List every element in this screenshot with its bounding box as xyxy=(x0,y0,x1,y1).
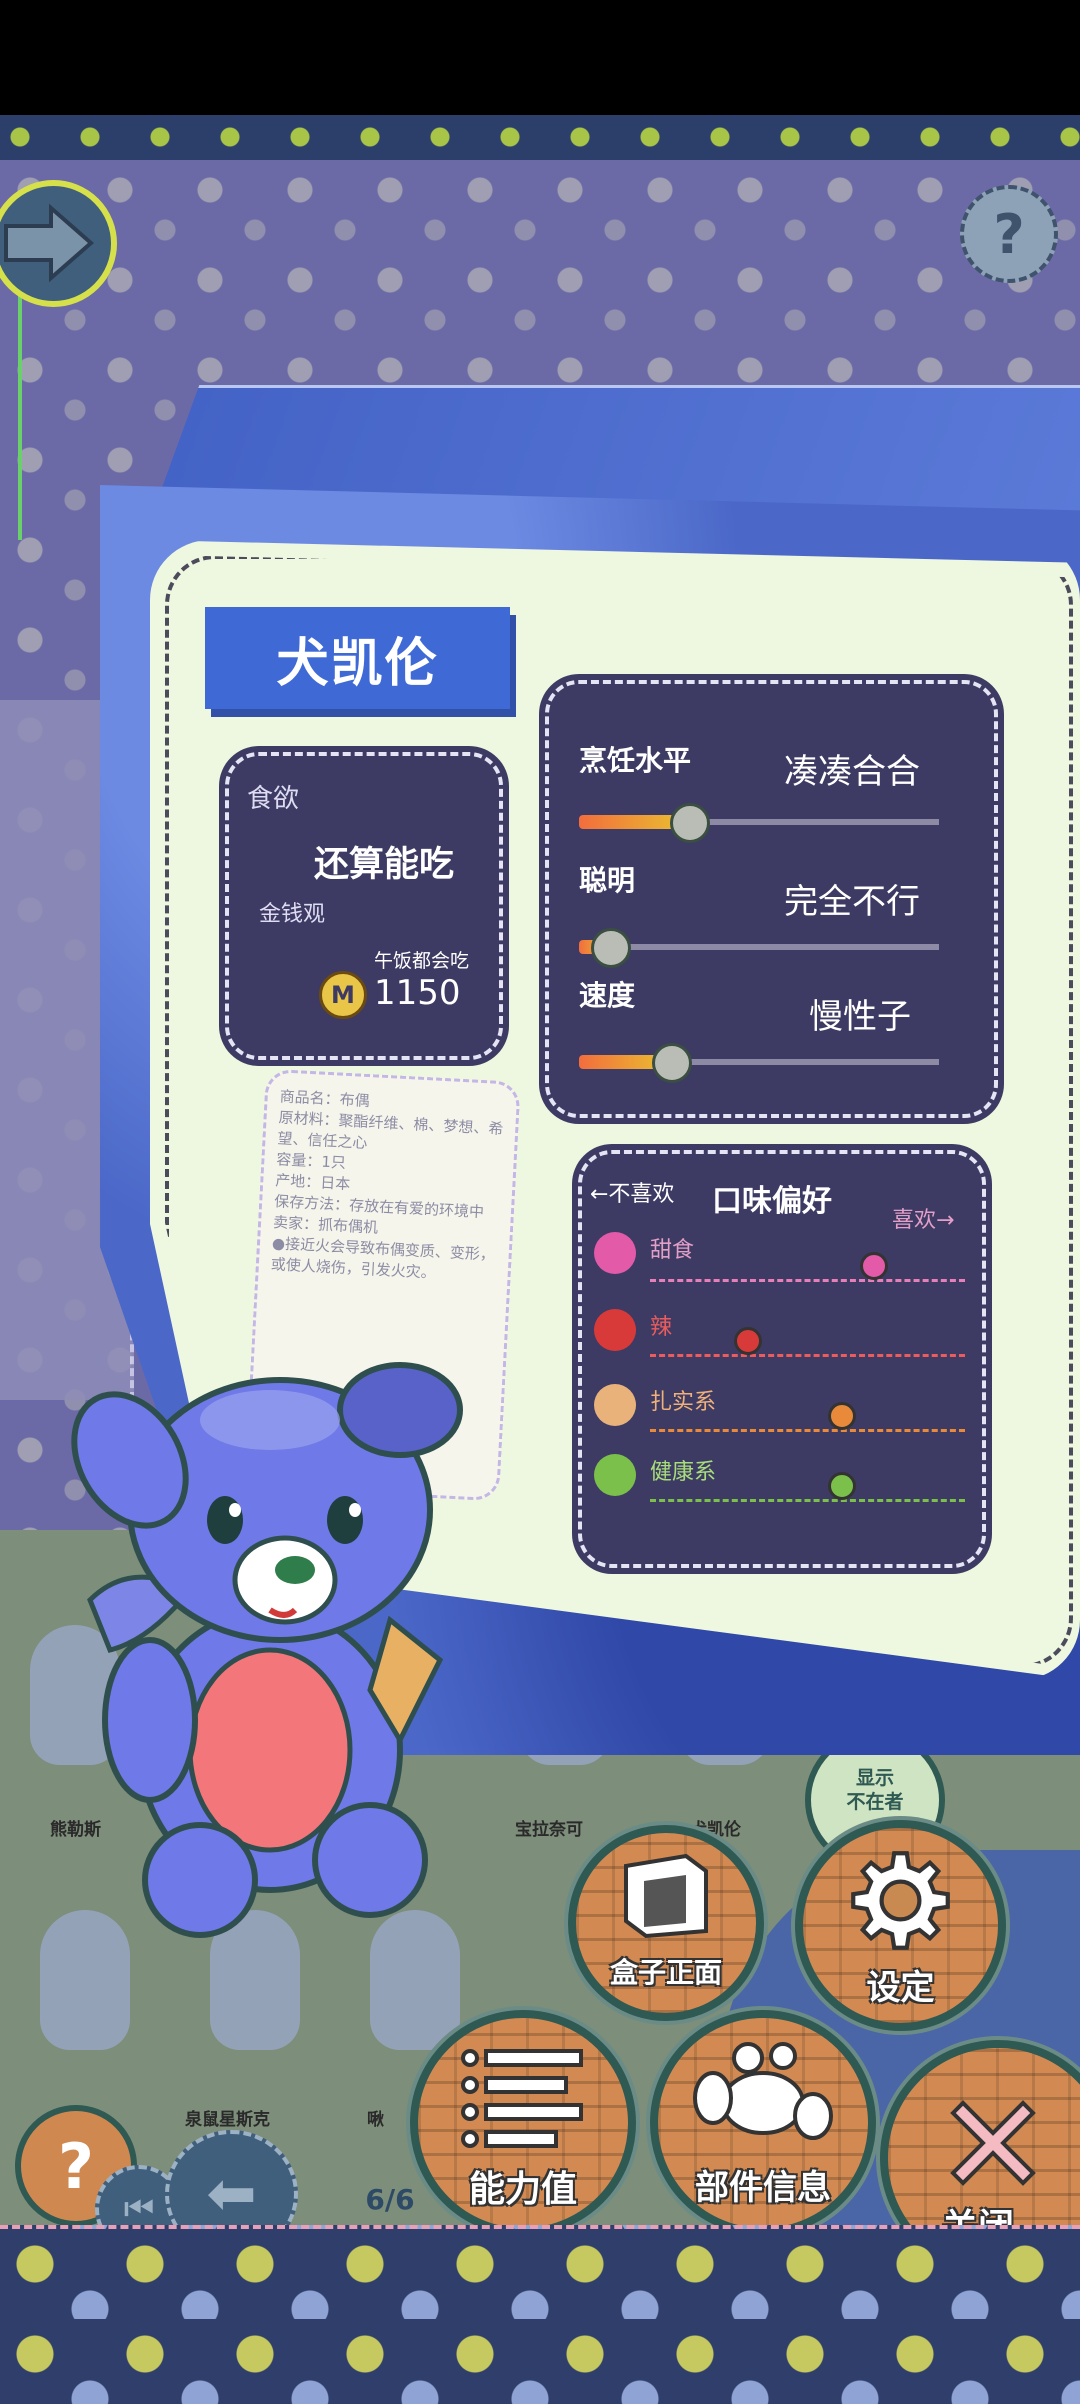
bottom-star-border xyxy=(0,2225,1080,2404)
name-banner: 犬凯伦 xyxy=(205,607,510,709)
taste-track xyxy=(650,1327,965,1357)
money-value: 午饭都会吃 xyxy=(374,950,470,972)
skill-name: 速度 xyxy=(579,979,636,1012)
close-icon xyxy=(950,2100,1036,2186)
taste-name: 辣 xyxy=(650,1315,673,1340)
taste-name: 甜食 xyxy=(650,1238,695,1263)
help-button-top[interactable]: ? xyxy=(960,185,1058,283)
leaf-icon xyxy=(594,1454,636,1496)
question-icon: ? xyxy=(993,202,1025,266)
settings-label: 设定 xyxy=(866,1968,935,2008)
skill-value: 慢性子 xyxy=(809,997,911,1037)
taste-pin xyxy=(828,1402,856,1430)
skill-knob xyxy=(670,803,710,843)
coin-icon: M xyxy=(319,971,367,1019)
right-arrow-icon xyxy=(4,203,95,283)
skill-bar xyxy=(579,1043,939,1083)
character-name: 犬凯伦 xyxy=(276,633,439,694)
skill-knob xyxy=(590,928,631,968)
taste-dislike: ←不喜欢 xyxy=(590,1182,675,1207)
skill-bar xyxy=(579,928,939,968)
taste-pin xyxy=(733,1327,762,1355)
parts-info-label: 部件信息 xyxy=(695,2168,831,2208)
taste-track xyxy=(650,1472,965,1502)
taste-track xyxy=(650,1252,965,1282)
money-label: 金钱观 xyxy=(259,902,326,927)
page-indicator: 6/6 xyxy=(365,2183,415,2216)
show-absent-label: 显示 不在者 xyxy=(846,1767,904,1813)
taste-name: 扎实系 xyxy=(650,1390,717,1415)
shelf-label: 啾 xyxy=(367,2110,384,2130)
shelf-label: 泉鼠星斯克 xyxy=(185,2110,270,2130)
skill-value: 凑凑合合 xyxy=(784,752,920,792)
stats-button[interactable]: 能力值 xyxy=(410,2010,636,2236)
taste-track xyxy=(650,1402,965,1432)
settings-button[interactable]: 设定 xyxy=(795,1820,1006,2031)
taste-pin xyxy=(828,1472,856,1500)
parts-info-button[interactable]: 部件信息 xyxy=(650,2010,876,2236)
chili-icon xyxy=(594,1309,636,1351)
stats-label: 能力值 xyxy=(468,2169,577,2210)
pig-icon xyxy=(594,1384,636,1426)
top-star-border xyxy=(0,115,1080,164)
taste-pin xyxy=(859,1252,888,1280)
appetite-value: 还算能吃 xyxy=(314,845,455,885)
box-front-button[interactable]: 盒子正面 xyxy=(568,1825,764,2021)
shelf-label: 宝拉奈可 xyxy=(515,1820,583,1840)
coin-amount: 1150 xyxy=(374,973,461,1013)
taste-name: 健康系 xyxy=(650,1460,717,1485)
status-bar-area xyxy=(0,0,1080,115)
appetite-panel: 食欲 还算能吃 金钱观 午饭都会吃 M 1150 xyxy=(225,752,503,1060)
gear-icon xyxy=(851,1851,950,1950)
left-arrow-icon: ⬅ xyxy=(206,2159,257,2229)
bear-mascot[interactable] xyxy=(70,1320,490,1940)
taste-panel: ←不喜欢 口味偏好 喜欢→ 甜食 辣 扎实系 健康系 xyxy=(578,1150,986,1568)
box-icon xyxy=(624,1853,708,1939)
forward-arrow-button[interactable] xyxy=(0,180,117,307)
skill-value: 完全不行 xyxy=(784,882,920,922)
first-page-icon: ⏮ xyxy=(123,2189,155,2229)
skills-panel: 烹饪水平 凑凑合合 聪明 完全不行 速度 慢性子 xyxy=(545,680,998,1118)
skill-name: 聪明 xyxy=(579,864,636,897)
skill-name: 烹饪水平 xyxy=(579,744,692,777)
skill-knob xyxy=(652,1043,692,1083)
left-green-strip xyxy=(0,290,22,540)
taste-like: 喜欢→ xyxy=(892,1208,955,1233)
appetite-label: 食欲 xyxy=(247,784,300,814)
candy-icon xyxy=(594,1232,636,1274)
skill-bar xyxy=(579,803,939,843)
taste-title: 口味偏好 xyxy=(712,1184,832,1219)
question-icon: ? xyxy=(58,2129,94,2203)
list-icon xyxy=(461,2049,583,2148)
box-front-label: 盒子正面 xyxy=(609,1956,722,1989)
parts-icon xyxy=(693,2042,833,2140)
